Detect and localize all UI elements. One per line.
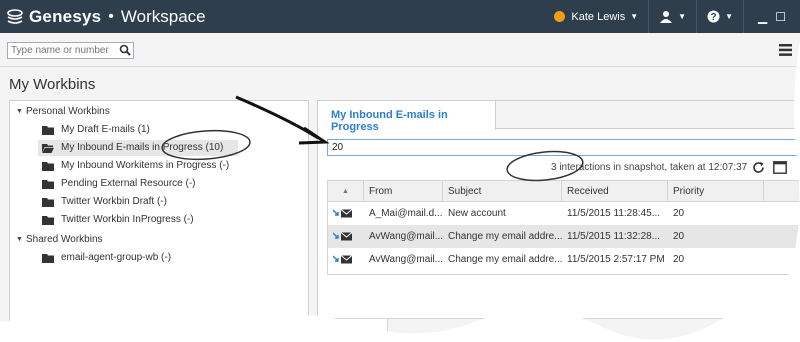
tree-item-pending-external[interactable]: Pending External Resource (-) — [42, 176, 196, 192]
tree-item-label: Twitter Workbin Draft (-) — [61, 196, 167, 207]
folder-open-icon — [42, 143, 54, 153]
cell-priority: 20 — [673, 254, 685, 265]
tree-group-personal[interactable]: ▼ Personal Workbins — [16, 104, 110, 120]
user-status-menu[interactable]: Kate Lewis ▼ — [544, 0, 648, 33]
tree-group-label: Shared Workbins — [26, 234, 103, 245]
folder-icon — [42, 253, 54, 263]
tree-group-label: Personal Workbins — [26, 106, 110, 117]
tab-strip: My Inbound E-mails in Progress — [318, 101, 800, 133]
inbound-email-icon — [333, 232, 353, 241]
genesys-logo-icon — [7, 9, 23, 24]
search-icon[interactable] — [119, 44, 131, 56]
folder-icon — [42, 125, 54, 135]
refresh-icon[interactable] — [752, 161, 765, 174]
details-tab-strip: Details — [327, 318, 800, 342]
person-icon — [660, 11, 673, 23]
table-row[interactable]: AvWang@mail.... Change my email addre...… — [328, 225, 800, 248]
folder-icon — [42, 161, 54, 171]
user-name: Kate Lewis — [571, 10, 626, 23]
workbin-tree: ▼ Personal Workbins My Draft E-mails (1)… — [9, 100, 309, 342]
column-subject[interactable]: Subject — [443, 181, 562, 202]
tree-item-email-agent-group[interactable]: email-agent-group-wb (-) — [42, 250, 171, 266]
cell-subject: Change my email addre... — [448, 254, 562, 265]
inbound-email-icon — [333, 255, 353, 264]
folder-icon — [42, 179, 54, 189]
toolbar — [0, 33, 800, 67]
interactions-table: ▲ From Subject Received Priority A_Mai@m… — [327, 180, 800, 275]
tree-item-label: email-agent-group-wb (-) — [61, 252, 172, 263]
tree-item-label: My Draft E-mails (1) — [61, 124, 150, 135]
genesys-logo: Genesys • Workspace — [6, 6, 206, 28]
cell-received: 11/5/2015 2:57:17 PM — [567, 254, 665, 265]
tab-details[interactable]: Details — [328, 319, 388, 342]
chevron-down-icon: ▼ — [630, 12, 639, 21]
hamburger-menu-icon[interactable] — [779, 44, 792, 56]
clock-status-icon — [554, 11, 566, 22]
expand-caret-icon[interactable]: ▼ — [16, 104, 26, 120]
table-row[interactable]: A_Mai@mail.d... New account 11/5/2015 11… — [328, 202, 800, 225]
folder-icon — [42, 215, 54, 225]
window-controls: ▁ ☐ — [743, 0, 800, 33]
cell-from: A_Mai@mail.d... — [369, 208, 443, 219]
cell-subject: New account — [448, 208, 506, 219]
tree-item-label: Pending External Resource (-) — [61, 178, 196, 189]
tree-item-label: My Inbound Workitems in Progress (-) — [61, 160, 230, 171]
cell-priority: 20 — [673, 208, 685, 219]
popout-window-icon[interactable] — [773, 161, 787, 174]
page-title: My Workbins — [9, 76, 96, 93]
tab-inbound-emails[interactable]: My Inbound E-mails in Progress — [318, 101, 496, 133]
search-input[interactable] — [7, 42, 134, 59]
contacts-menu-button[interactable]: ▼ — [648, 0, 696, 33]
tree-item-twitter-inprogress[interactable]: Twitter Workbin InProgress (-) — [42, 212, 194, 228]
table-row[interactable]: AvWang@mail.... Change my email addre...… — [328, 248, 800, 271]
cell-from: AvWang@mail.... — [369, 231, 443, 242]
product-name: Workspace — [120, 7, 206, 26]
svg-text:?: ? — [711, 12, 717, 23]
help-menu-button[interactable]: ? ▼ — [696, 0, 743, 33]
cell-received: 11/5/2015 11:32:28... — [567, 231, 661, 242]
tree-item-label: My Inbound E-mails in Progress (10) — [61, 142, 224, 153]
main-area: My Workbins ▼ Personal Workbins My Draft… — [0, 67, 800, 342]
cell-subject: Change my email addre... — [448, 231, 562, 242]
column-from[interactable]: From — [364, 181, 443, 202]
tree-item-inbound-emails[interactable]: My Inbound E-mails in Progress (10) — [38, 140, 238, 156]
cell-priority: 20 — [673, 231, 685, 242]
cell-from: AvWang@mail.... — [369, 254, 443, 265]
sort-icon[interactable]: ▲ — [328, 181, 364, 202]
tree-item-inbound-workitems[interactable]: My Inbound Workitems in Progress (-) — [42, 158, 229, 174]
chevron-down-icon: ▼ — [678, 12, 687, 21]
table-header: ▲ From Subject Received Priority — [328, 181, 800, 202]
help-icon: ? — [707, 10, 720, 23]
brand-name: Genesys — [29, 7, 102, 26]
snapshot-status: 3 interactions in snapshot, taken at 12:… — [551, 162, 748, 173]
workbin-content: My Inbound E-mails in Progress 3 interac… — [317, 100, 800, 342]
inbound-email-icon — [333, 209, 353, 218]
filter-input[interactable] — [327, 139, 800, 156]
column-priority[interactable]: Priority — [668, 181, 764, 202]
minimize-icon[interactable]: ▁ — [758, 10, 767, 24]
cell-received: 11/5/2015 11:28:45... — [567, 208, 661, 219]
folder-icon — [42, 197, 54, 207]
column-received[interactable]: Received — [562, 181, 668, 202]
brand-separator: • — [108, 8, 114, 25]
maximize-icon[interactable]: ☐ — [775, 10, 786, 24]
tree-item-draft-emails[interactable]: My Draft E-mails (1) — [42, 122, 150, 138]
chevron-down-icon: ▼ — [725, 12, 733, 21]
title-bar: Genesys • Workspace Kate Lewis ▼ ▼ ? ▼ ▁… — [0, 0, 800, 33]
tree-item-twitter-draft[interactable]: Twitter Workbin Draft (-) — [42, 194, 167, 210]
tree-group-shared[interactable]: ▼ Shared Workbins — [16, 232, 103, 248]
tree-item-label: Twitter Workbin InProgress (-) — [61, 214, 194, 225]
expand-caret-icon[interactable]: ▼ — [16, 232, 26, 248]
